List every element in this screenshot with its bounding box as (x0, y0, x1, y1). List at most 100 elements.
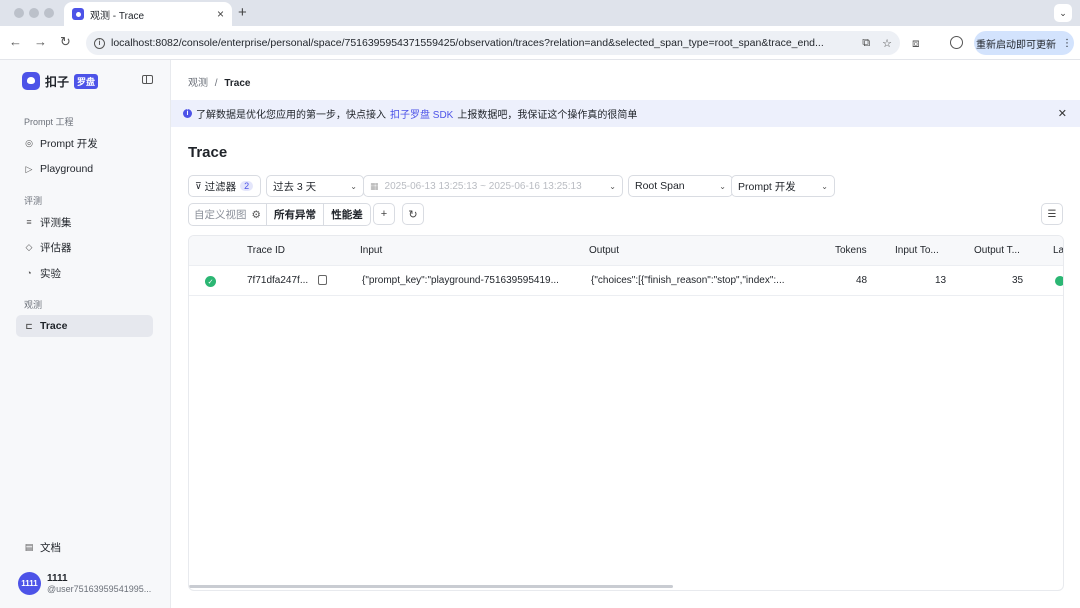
site-info-icon[interactable]: i (94, 37, 105, 49)
update-label: 重新启动即可更新 (976, 39, 1056, 51)
main-content: 观测 / Trace i 了解数据是优化您应用的第一步，快点接入 扣子罗盘 SD… (171, 60, 1080, 608)
brand-badge: 罗盘 (74, 73, 99, 89)
profile-icon[interactable] (950, 36, 963, 49)
update-button[interactable]: 重新启动即可更新 ⋮ (974, 31, 1074, 55)
filter-button[interactable]: ⊽ 过滤器 2 (188, 175, 261, 197)
sidebar-item-label: Playground (40, 163, 94, 175)
forward-icon[interactable]: → (34, 34, 47, 50)
column-header-tokens[interactable]: Tokens (835, 245, 867, 256)
sdk-link[interactable]: 扣子罗盘 SDK (390, 106, 453, 121)
all-errors-tab[interactable]: 所有异常 (266, 203, 324, 226)
close-window-button[interactable] (14, 8, 24, 18)
group-title-prompt: Prompt 工程 (24, 117, 74, 127)
sidebar-collapse-icon[interactable] (142, 75, 153, 84)
span-type-value: Root Span (635, 180, 685, 192)
experiment-icon: ◔ (26, 268, 32, 278)
latency-status-icon (1055, 276, 1063, 286)
copy-icon[interactable] (318, 275, 327, 285)
more-menu-icon: ⋮ (1062, 37, 1072, 49)
horizontal-scrollbar[interactable] (189, 585, 673, 588)
input-cell: {"prompt_key":"playground-751639595419..… (362, 275, 559, 286)
sidebar-item-label: 评估器 (40, 241, 72, 254)
info-icon: i (183, 109, 192, 118)
output-tokens-cell: 35 (1012, 275, 1024, 286)
url-text[interactable]: localhost:8082/console/enterprise/person… (111, 37, 850, 49)
chevron-down-icon: ⌄ (350, 181, 357, 191)
extensions-icon[interactable]: ⧈ (912, 36, 920, 51)
refresh-icon: ↻ (408, 208, 418, 221)
close-icon[interactable]: ✕ (1058, 107, 1067, 120)
column-header-input-tokens[interactable]: Input To... (895, 245, 939, 256)
minimize-window-button[interactable] (29, 8, 39, 18)
zoom-window-button[interactable] (44, 8, 54, 18)
platform-select[interactable]: Prompt 开发 ⌄ (731, 175, 835, 197)
plus-icon: + (380, 208, 388, 220)
custom-view-tab[interactable]: 自定义视图 ⚙ (188, 203, 267, 226)
output-cell: {"choices":[{"finish_reason":"stop","ind… (591, 275, 785, 286)
table-header: Trace ID Input Output Tokens Input To...… (189, 236, 1063, 266)
sidebar-item-evaluator[interactable]: ◇ 评估器 (16, 236, 153, 258)
translate-icon[interactable]: ⧉ (862, 37, 870, 50)
chevron-down-icon: ⌄ (821, 181, 828, 191)
close-tab-icon[interactable]: × (217, 7, 224, 21)
refresh-button[interactable]: ↻ (402, 203, 424, 225)
docs-label: 文档 (40, 542, 61, 554)
trace-table: Trace ID Input Output Tokens Input To...… (188, 235, 1064, 591)
favicon-icon (72, 8, 84, 20)
sdk-banner: i 了解数据是优化您应用的第一步，快点接入 扣子罗盘 SDK 上报数据吧，我保证… (171, 100, 1080, 127)
banner-text-after: 上报数据吧，我保证这个操作真的很简单 (457, 110, 638, 121)
all-errors-label: 所有异常 (274, 209, 316, 221)
sidebar-item-prompt-dev[interactable]: ◎ Prompt 开发 (16, 132, 153, 154)
column-header-trace-id[interactable]: Trace ID (247, 245, 285, 256)
new-tab-icon[interactable]: + (238, 4, 247, 21)
table-row[interactable]: ✓ 7f71dfa247f... {"prompt_key":"playgrou… (189, 266, 1063, 296)
prompt-icon: ◎ (25, 137, 33, 148)
browser-toolbar: ← → ↻ i localhost:8082/console/enterpris… (0, 26, 1080, 60)
sidebar-item-eval-set[interactable]: ≡ 评测集 (16, 211, 153, 233)
browser-tab[interactable]: 观测 - Trace × (64, 2, 232, 26)
sidebar-item-trace[interactable]: ⊏ Trace (16, 315, 153, 337)
column-header-latency[interactable]: La (1053, 245, 1063, 256)
custom-view-label: 自定义视图 (194, 209, 247, 221)
column-header-input[interactable]: Input (360, 245, 382, 256)
tokens-cell: 48 (856, 275, 868, 286)
column-settings-icon: ☰ (1047, 208, 1057, 220)
column-header-output[interactable]: Output (589, 245, 619, 256)
poor-performance-tab[interactable]: 性能差 (323, 203, 371, 226)
column-header-output-tokens[interactable]: Output T... (974, 245, 1020, 256)
column-settings-button[interactable]: ☰ (1041, 203, 1063, 225)
document-icon: ▤ (24, 542, 34, 552)
sidebar-item-playground[interactable]: ▷ Playground (16, 158, 153, 180)
sidebar-item-label: 实验 (40, 267, 61, 280)
span-type-select[interactable]: Root Span ⌄ (628, 175, 733, 197)
app: 扣子 罗盘 Prompt 工程 ◎ Prompt 开发 ▷ Playground… (0, 60, 1080, 608)
sidebar: 扣子 罗盘 Prompt 工程 ◎ Prompt 开发 ▷ Playground… (0, 60, 171, 608)
input-tokens-cell: 13 (935, 275, 947, 286)
banner-text-before: 了解数据是优化您应用的第一步，快点接入 (196, 110, 386, 121)
sidebar-item-label: 评测集 (40, 216, 72, 229)
sidebar-docs[interactable]: ▤ 文档 (24, 540, 61, 555)
settings-icon[interactable]: ⚙ (252, 209, 261, 221)
group-title-eval: 评测 (24, 196, 43, 206)
bookmark-star-icon[interactable]: ☆ (882, 37, 892, 50)
add-view-button[interactable]: + (373, 203, 395, 225)
sidebar-item-experiment[interactable]: ◔ 实验 (16, 262, 153, 284)
brand-logo[interactable]: 扣子 罗盘 (22, 72, 99, 90)
date-range-picker[interactable]: ▦ 2025-06-13 13:25:13 ~ 2025-06-16 13:25… (363, 175, 623, 197)
user-name: 1111 (47, 573, 68, 584)
chevron-down-icon: ⌄ (719, 181, 726, 191)
sidebar-item-label: Trace (40, 320, 68, 332)
poor-performance-label: 性能差 (331, 209, 363, 221)
address-bar[interactable]: i localhost:8082/console/enterprise/pers… (86, 31, 900, 55)
evaluator-icon: ◇ (25, 241, 33, 252)
tab-search-icon[interactable]: ⌄ (1054, 4, 1072, 22)
reload-icon[interactable]: ↻ (60, 34, 71, 50)
time-range-select[interactable]: 过去 3 天 ⌄ (266, 175, 364, 197)
back-icon[interactable]: ← (9, 34, 22, 50)
user-profile[interactable]: 1111 1111 @user75163959541995... (18, 572, 151, 595)
success-status-icon: ✓ (205, 276, 216, 287)
trace-icon: ⊏ (25, 320, 33, 331)
breadcrumb-parent[interactable]: 观测 (188, 78, 208, 89)
trace-id-cell[interactable]: 7f71dfa247f... (247, 275, 308, 286)
breadcrumb: 观测 / Trace (188, 74, 250, 89)
